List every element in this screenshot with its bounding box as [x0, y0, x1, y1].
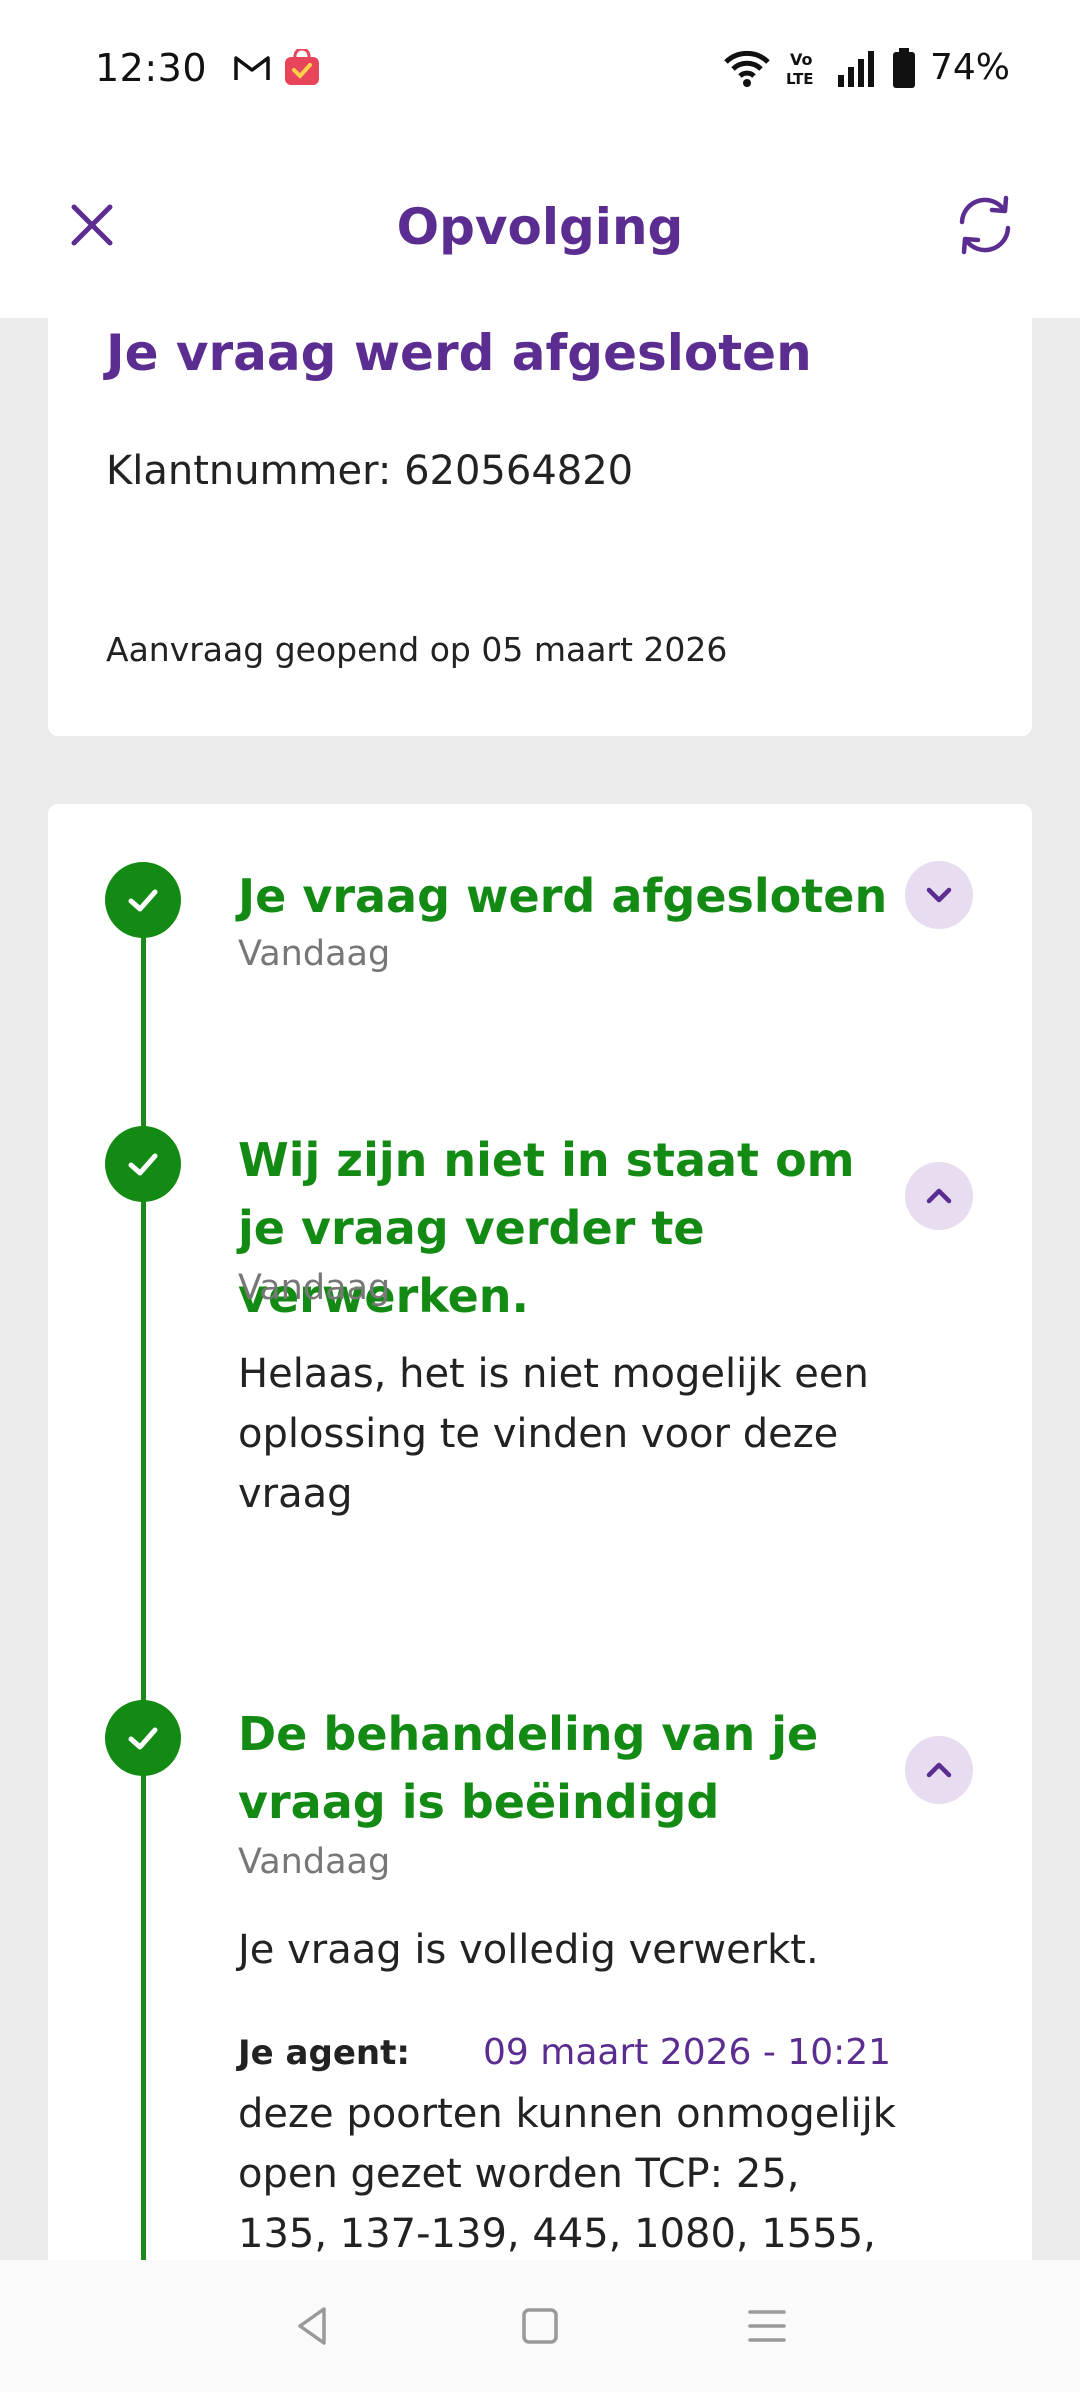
agent-message: deze poorten kunnen onmogelijk open geze… [238, 2091, 896, 2257]
summary-card: Je vraag werd afgesloten Klantnummer: 62… [48, 318, 1032, 736]
gmail-icon [234, 55, 270, 80]
chevron-up-icon [926, 1762, 952, 1778]
chevron-down-icon [926, 887, 952, 903]
svg-text:LTE: LTE [786, 70, 814, 88]
customer-number: Klantnummer: 620564820 [106, 448, 634, 494]
volte-icon: Vo LTE [786, 50, 814, 88]
close-button[interactable] [62, 195, 122, 255]
svg-text:Vo: Vo [790, 50, 813, 69]
refresh-icon [959, 195, 1011, 255]
nav-back-button[interactable] [283, 2296, 343, 2356]
battery-icon [892, 47, 915, 88]
step-date: Vandaag [238, 1842, 391, 1882]
collapse-toggle-button[interactable] [905, 1162, 973, 1230]
nav-recents-button[interactable] [737, 2296, 797, 2356]
step-date: Vandaag [238, 1268, 391, 1308]
page-title: Opvolging [396, 197, 684, 256]
step-title: Je vraag werd afgesloten [238, 869, 888, 923]
opened-date: Aanvraag geopend op 05 maart 2026 [106, 630, 728, 669]
battery-percentage: 74% [929, 47, 1010, 88]
step-title: De behandeling van je vraag is beëindigd [238, 1707, 819, 1829]
expand-toggle-button[interactable] [905, 861, 973, 929]
timeline-line [141, 894, 146, 2260]
step-description: Helaas, het is niet mogelijk een oplossi… [238, 1351, 869, 1517]
refresh-button[interactable] [950, 190, 1020, 260]
status-indicators: Vo LTE 74% [722, 47, 1010, 88]
agent-row: Je agent: 09 maart 2026 - 10:21 [238, 2032, 938, 2073]
timeline-card: Je vraag werd afgesloten Vandaag Wij zij… [48, 804, 1032, 2260]
back-icon [298, 2307, 327, 2345]
system-nav-bar [0, 2260, 1080, 2392]
step-check-icon [105, 1126, 181, 1202]
shopping-bag-icon [285, 48, 320, 85]
close-icon [71, 204, 113, 246]
notification-icons [233, 48, 321, 87]
status-time: 12:30 [95, 45, 208, 90]
signal-icon [837, 50, 874, 87]
collapse-toggle-button[interactable] [905, 1736, 973, 1804]
agent-message-date: 09 maart 2026 - 10:21 [483, 2032, 892, 2073]
step-description: Je vraag is volledig verwerkt. [238, 1927, 819, 1973]
menu-icon [747, 2310, 786, 2342]
summary-title: Je vraag werd afgesloten [106, 324, 812, 382]
agent-label: Je agent: [238, 2033, 410, 2073]
home-icon [522, 2308, 558, 2344]
step-date: Vandaag [238, 934, 391, 974]
chevron-up-icon [926, 1188, 952, 1204]
wifi-icon [724, 50, 770, 87]
nav-home-button[interactable] [510, 2296, 570, 2356]
step-check-icon [105, 1700, 181, 1776]
status-bar: 12:30 Vo LTE 74% [0, 0, 1080, 135]
step-check-icon [105, 862, 181, 938]
app-header: Opvolging [0, 135, 1080, 318]
